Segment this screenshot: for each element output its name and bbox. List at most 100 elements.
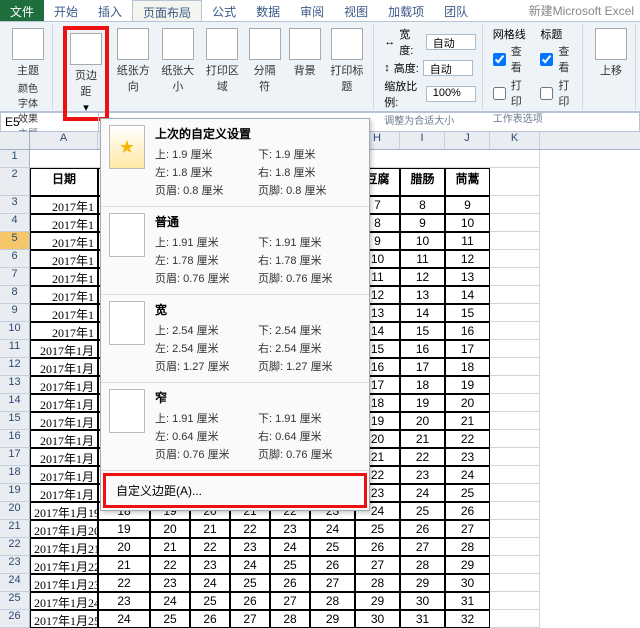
cell[interactable] [490, 466, 540, 484]
margin-preset-last[interactable]: 上次的自定义设置 上: 1.9 厘米下: 1.9 厘米 左: 1.8 厘米右: … [101, 119, 369, 207]
cell[interactable]: 19 [98, 520, 150, 538]
cell[interactable]: 22 [400, 448, 445, 466]
tab-data[interactable]: 数据 [246, 0, 290, 21]
cell[interactable]: 29 [355, 592, 400, 610]
cell[interactable]: 27 [230, 610, 270, 628]
cell[interactable]: 2017年1月 [30, 358, 98, 376]
cell[interactable]: 20 [98, 538, 150, 556]
cell[interactable]: 28 [445, 538, 490, 556]
cell[interactable]: 14 [400, 304, 445, 322]
cell[interactable]: 16 [400, 340, 445, 358]
cell[interactable] [490, 250, 540, 268]
cell[interactable]: 2017年1月23日 [30, 574, 98, 592]
cell[interactable]: 2017年1月 [30, 484, 98, 502]
cell[interactable] [490, 376, 540, 394]
cell[interactable] [490, 322, 540, 340]
cell[interactable]: 12 [445, 250, 490, 268]
cell[interactable]: 28 [355, 574, 400, 592]
cell[interactable]: 24 [270, 538, 310, 556]
cell[interactable]: 15 [400, 322, 445, 340]
col-header-I[interactable]: I [400, 132, 445, 149]
cell[interactable]: 23 [190, 556, 230, 574]
cell[interactable]: 22 [190, 538, 230, 556]
cell[interactable]: 32 [445, 610, 490, 628]
background-button[interactable]: 背景 [287, 26, 323, 80]
cell[interactable] [490, 286, 540, 304]
cell[interactable]: 21 [98, 556, 150, 574]
theme-colors[interactable]: 颜色 [18, 80, 38, 95]
margin-preset-normal[interactable]: 普通 上: 1.91 厘米下: 1.91 厘米 左: 1.78 厘米右: 1.7… [101, 207, 369, 295]
cell[interactable]: 16 [445, 322, 490, 340]
cell[interactable]: 26 [190, 610, 230, 628]
cell[interactable]: 27 [270, 592, 310, 610]
breaks-button[interactable]: 分隔符 [247, 26, 283, 96]
col-header-A[interactable]: A [30, 132, 98, 149]
cell[interactable] [490, 168, 540, 196]
cell[interactable]: 20 [445, 394, 490, 412]
cell[interactable]: 18 [445, 358, 490, 376]
cell[interactable]: 2017年1月21日 [30, 538, 98, 556]
cell[interactable]: 27 [355, 556, 400, 574]
cell[interactable] [490, 592, 540, 610]
margin-preset-wide[interactable]: 宽 上: 2.54 厘米下: 2.54 厘米 左: 2.54 厘米右: 2.54… [101, 295, 369, 383]
cell[interactable] [490, 232, 540, 250]
cell[interactable]: 27 [400, 538, 445, 556]
height-select[interactable]: 自动 [423, 60, 473, 76]
bring-forward-button[interactable]: 上移 [593, 26, 629, 80]
cell[interactable]: 11 [400, 250, 445, 268]
cell[interactable]: 31 [400, 610, 445, 628]
tab-addins[interactable]: 加载项 [378, 0, 434, 21]
cell[interactable]: 2017年1月19日 [30, 502, 98, 520]
cell[interactable]: 2017年1 [30, 286, 98, 304]
cell[interactable]: 19 [400, 394, 445, 412]
cell[interactable]: 2017年1 [30, 214, 98, 232]
col-header-K[interactable]: K [490, 132, 540, 149]
cell[interactable]: 14 [445, 286, 490, 304]
cell[interactable]: 26 [355, 538, 400, 556]
cell[interactable]: 2017年1月 [30, 376, 98, 394]
cell[interactable]: 2017年1 [30, 196, 98, 214]
theme-fonts[interactable]: 字体 [18, 95, 38, 110]
cell[interactable]: 30 [445, 574, 490, 592]
cell[interactable]: 25 [190, 592, 230, 610]
cell[interactable]: 24 [230, 556, 270, 574]
cell[interactable]: 10 [400, 232, 445, 250]
cell[interactable]: 29 [445, 556, 490, 574]
cell[interactable]: 2017年1 [30, 268, 98, 286]
cell[interactable]: 25 [445, 484, 490, 502]
scale-input[interactable]: 100% [426, 86, 476, 102]
cell[interactable]: 23 [270, 520, 310, 538]
cell[interactable]: 2017年1月 [30, 412, 98, 430]
tab-formulas[interactable]: 公式 [202, 0, 246, 21]
cell[interactable] [490, 448, 540, 466]
margin-preset-narrow[interactable]: 窄 上: 1.91 厘米下: 1.91 厘米 左: 0.64 厘米右: 0.64… [101, 383, 369, 471]
cell[interactable]: 12 [400, 268, 445, 286]
cell[interactable]: 2017年1月 [30, 466, 98, 484]
print-area-button[interactable]: 打印区域 [202, 26, 243, 96]
cell[interactable]: 15 [445, 304, 490, 322]
margins-button[interactable]: 页边距 ▾ [68, 31, 104, 116]
cell[interactable]: 18 [400, 376, 445, 394]
cell[interactable]: 11 [445, 232, 490, 250]
cell[interactable]: 22 [445, 430, 490, 448]
tab-review[interactable]: 审阅 [290, 0, 334, 21]
cell[interactable]: 21 [190, 520, 230, 538]
cell[interactable]: 25 [400, 502, 445, 520]
cell[interactable]: 25 [270, 556, 310, 574]
cell[interactable]: 23 [445, 448, 490, 466]
cell[interactable] [490, 556, 540, 574]
cell[interactable]: 27 [445, 520, 490, 538]
cell[interactable]: 2017年1月 [30, 340, 98, 358]
tab-page-layout[interactable]: 页面布局 [132, 0, 202, 21]
cell[interactable]: 腊肠 [400, 168, 445, 196]
cell[interactable] [490, 268, 540, 286]
cell[interactable]: 24 [98, 610, 150, 628]
cell[interactable]: 9 [445, 196, 490, 214]
cell[interactable]: 茼蒿 [445, 168, 490, 196]
cell[interactable]: 25 [310, 538, 355, 556]
orientation-button[interactable]: 纸张方向 [113, 26, 154, 96]
tab-insert[interactable]: 插入 [88, 0, 132, 21]
cell[interactable]: 2017年1 [30, 232, 98, 250]
cell[interactable]: 2017年1月 [30, 448, 98, 466]
cell[interactable]: 日期 [30, 168, 98, 196]
